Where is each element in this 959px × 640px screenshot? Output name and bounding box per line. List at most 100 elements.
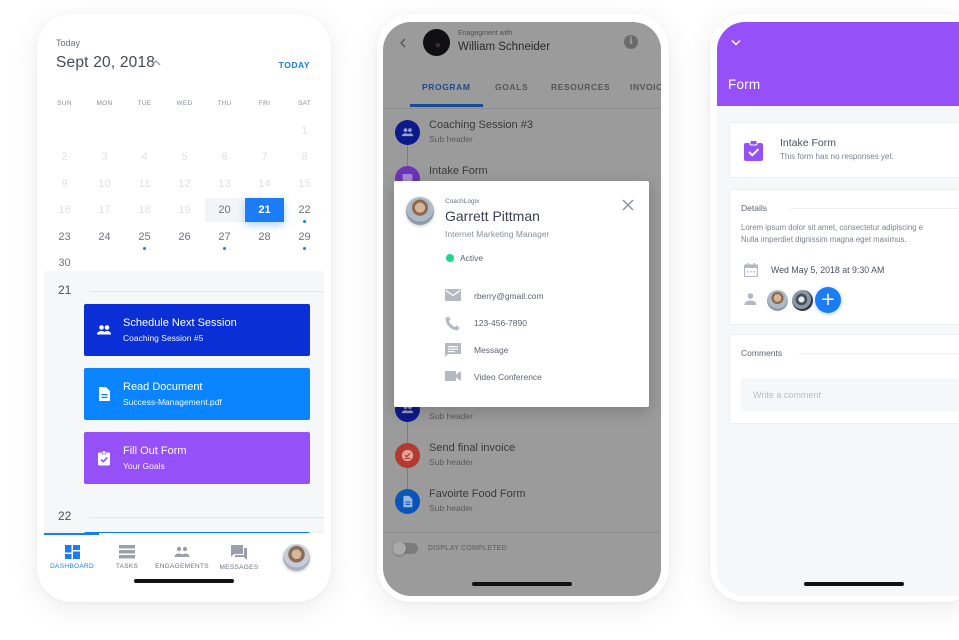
- timeline-item[interactable]: Favoirte Food Form Sub header: [395, 488, 645, 523]
- today-button[interactable]: TODAY: [279, 60, 310, 70]
- calendar-day[interactable]: 15: [285, 172, 324, 196]
- tab-goals[interactable]: GOALS: [495, 82, 528, 92]
- participant-avatar[interactable]: [790, 288, 815, 313]
- comments-card: Comments: [729, 334, 959, 424]
- active-tab-indicator: [44, 533, 99, 535]
- close-icon[interactable]: [622, 199, 634, 211]
- calendar-empty-cell: [245, 119, 284, 143]
- engagement-subtitle: Enagegment with: [458, 30, 513, 37]
- calendar-day[interactable]: 28: [245, 225, 284, 249]
- calendar-day[interactable]: 27: [205, 225, 244, 250]
- video-label: Video Conference: [474, 372, 542, 382]
- contact-name: Garrett Pittman: [445, 208, 540, 224]
- tab-resources[interactable]: RESOURCES: [551, 82, 610, 92]
- calendar-day[interactable]: 13: [205, 172, 244, 196]
- calendar-day[interactable]: 23: [45, 225, 84, 249]
- calendar-day[interactable]: 10: [85, 172, 124, 196]
- task-card[interactable]: Fill Out Form Your Goals: [84, 432, 310, 484]
- invoice-icon: [401, 449, 414, 462]
- calendar-day[interactable]: 9: [45, 172, 84, 196]
- calendar-day[interactable]: 16: [45, 198, 84, 222]
- event-dot: [303, 246, 306, 250]
- calendar-day[interactable]: 8: [285, 145, 324, 169]
- tab-dashboard[interactable]: DASHBOARD: [49, 545, 95, 570]
- details-label: Details: [741, 203, 767, 213]
- calendar-day[interactable]: 22: [285, 198, 324, 224]
- tab-label: ENGAGEMENTS: [155, 563, 209, 570]
- calendar-day[interactable]: 18: [125, 198, 164, 222]
- mail-icon: [445, 289, 461, 301]
- calendar-week-row: 2345678: [44, 144, 324, 171]
- calendar-day[interactable]: 3: [85, 145, 124, 169]
- people-icon: [97, 325, 111, 335]
- calendar-day[interactable]: 25: [125, 225, 164, 250]
- contact-avatar: [406, 197, 434, 225]
- engagement-screen: Enagegment with William Schneider i PROG…: [383, 22, 661, 596]
- comment-field-container: [741, 378, 959, 411]
- tab-tasks[interactable]: TASKS: [107, 545, 147, 570]
- calendar-day[interactable]: 7: [245, 145, 284, 169]
- page-title: Form: [728, 77, 761, 92]
- contact-company: CoachLogix: [445, 198, 480, 205]
- calendar-day[interactable]: 1: [285, 119, 324, 143]
- tab-engagements[interactable]: ENGAGEMENTS: [152, 545, 212, 570]
- contact-phone: 123-456-7890: [474, 318, 527, 328]
- calendar-day[interactable]: 19: [165, 198, 204, 222]
- calendar-day[interactable]: 20: [205, 198, 244, 223]
- calendar-day[interactable]: 29: [285, 225, 324, 250]
- add-participant-button[interactable]: +: [815, 287, 841, 313]
- calendar-day[interactable]: 14: [245, 172, 284, 196]
- tab-messages[interactable]: MESSAGES: [216, 545, 262, 571]
- calendar-empty-cell: [45, 119, 84, 143]
- calendar-day[interactable]: 12: [165, 172, 204, 196]
- status-indicator: [446, 254, 454, 262]
- form-summary-card[interactable]: Intake Form This form has no responses y…: [729, 122, 959, 178]
- timeline-subtitle: Sub header: [429, 134, 473, 144]
- form-name: Intake Form: [780, 137, 837, 149]
- participant-avatar[interactable]: [765, 288, 790, 313]
- info-icon[interactable]: i: [624, 35, 638, 49]
- calendar-day[interactable]: 26: [165, 225, 204, 249]
- calendar-day[interactable]: 2: [45, 145, 84, 169]
- message-label: Message: [474, 345, 509, 355]
- back-chevron-icon[interactable]: [399, 38, 407, 48]
- description-line: Lorem ipsum dolor sit amet, consectetur …: [741, 223, 924, 232]
- task-card[interactable]: Read Document Success-Management.pdf: [84, 368, 310, 420]
- timeline-item[interactable]: Coaching Session #3 Sub header: [395, 119, 645, 154]
- timeline-item[interactable]: Send final invoice Sub header: [395, 442, 645, 477]
- calendar-empty-cell: [165, 119, 204, 143]
- task-title: Read Document: [123, 381, 203, 393]
- message-action-row[interactable]: Message: [445, 343, 645, 359]
- calendar-day[interactable]: 6: [205, 145, 244, 169]
- timeline-icon: [395, 489, 420, 514]
- chevron-down-icon[interactable]: [731, 39, 741, 46]
- divider: [790, 208, 959, 209]
- toggle-knob: [393, 542, 406, 555]
- home-indicator: [804, 582, 904, 586]
- agenda-day-label: 22: [58, 509, 72, 523]
- task-card[interactable]: Schedule Next Session Coaching Session #…: [84, 304, 310, 356]
- comment-input[interactable]: [741, 378, 959, 411]
- chevron-up-icon[interactable]: [150, 58, 162, 68]
- calendar-day[interactable]: 11: [125, 172, 164, 196]
- messages-icon: [231, 545, 247, 560]
- bottom-tab-bar: DASHBOARD TASKS ENGAGEMENTS MESSAGES: [44, 533, 324, 595]
- user-avatar[interactable]: [283, 544, 310, 571]
- agenda-day-label: 21: [58, 283, 72, 297]
- calendar-day[interactable]: 24: [85, 225, 124, 249]
- calendar-date-title[interactable]: Sept 20, 2018: [56, 54, 155, 72]
- contact-phone-row[interactable]: 123-456-7890: [445, 316, 645, 332]
- calendar-day[interactable]: 4: [125, 145, 164, 169]
- tab-program[interactable]: PROGRAM: [422, 82, 471, 92]
- calendar-day[interactable]: 17: [85, 198, 124, 222]
- calendar-day[interactable]: 5: [165, 145, 204, 169]
- calendar-day[interactable]: 21: [245, 198, 284, 223]
- calendar-grid: SUN MON TUE WED THU FRI SAT 1 2 3 4 5 6 7 8 9 10 11 12 13 1…: [44, 91, 324, 277]
- contact-email-row[interactable]: rberry@gmail.com: [445, 289, 645, 305]
- dashboard-icon: [64, 545, 80, 559]
- tab-invoices[interactable]: INVOIC: [630, 82, 661, 92]
- video-action-row[interactable]: Video Conference: [445, 370, 645, 386]
- calendar-screen: Today Sept 20, 2018 TODAY SUN MON TUE WED TH…: [44, 21, 324, 595]
- task-subtitle: Success-Management.pdf: [123, 397, 222, 407]
- display-completed-toggle[interactable]: [393, 542, 418, 555]
